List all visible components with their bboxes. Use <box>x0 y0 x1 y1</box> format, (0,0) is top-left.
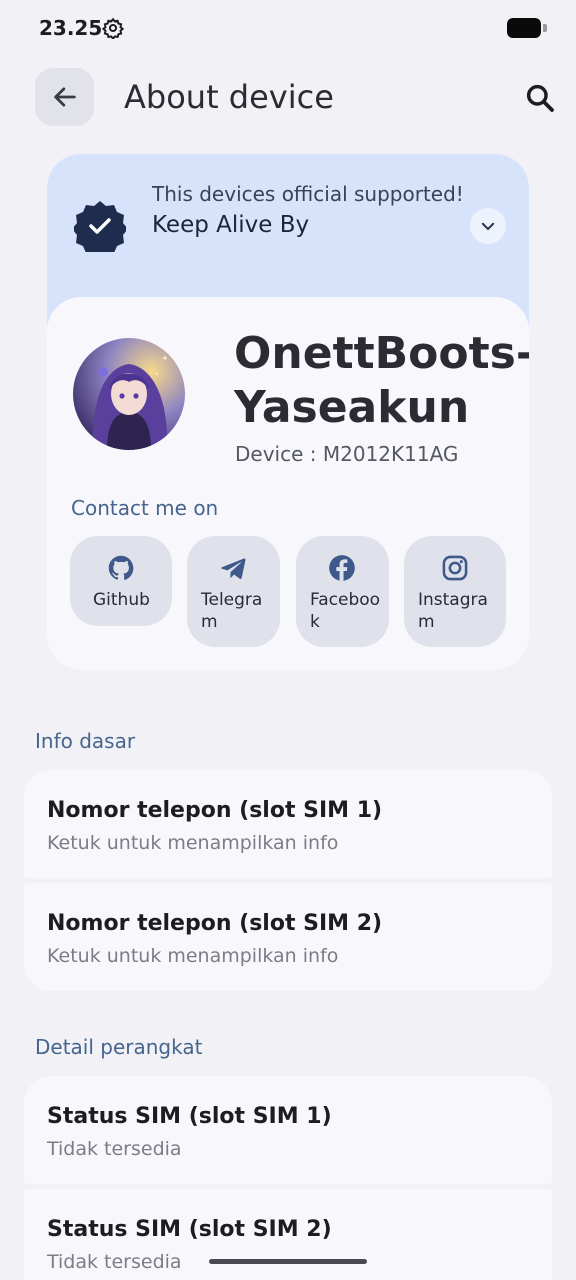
support-card: This devices official supported! Keep Al… <box>47 154 529 670</box>
page-title: About device <box>124 78 334 116</box>
list-item-subtitle: Ketuk untuk menampilkan info <box>47 832 339 854</box>
telegram-button[interactable]: Telegram <box>187 536 280 647</box>
list-item-title: Status SIM (slot SIM 1) <box>47 1104 332 1129</box>
github-icon <box>108 555 134 580</box>
profile-panel: OnettBoots-Yaseakun Device : M2012K11AG … <box>47 297 529 670</box>
telegram-icon <box>221 558 246 580</box>
instagram-button[interactable]: Instagram <box>404 536 506 647</box>
facebook-icon <box>329 555 355 581</box>
list-item-subtitle: Tidak tersedia <box>47 1251 182 1273</box>
facebook-button[interactable]: Facebook <box>296 536 389 647</box>
list-item-sim-status-2[interactable]: Status SIM (slot SIM 2) Tidak tersedia <box>24 1189 552 1280</box>
contact-label: Contact me on <box>71 496 219 520</box>
chevron-down-icon <box>481 222 495 230</box>
list-item-title: Nomor telepon (slot SIM 2) <box>47 911 383 936</box>
gear-icon <box>102 17 124 39</box>
home-indicator[interactable] <box>209 1259 367 1264</box>
list-item-subtitle: Tidak tersedia <box>47 1138 182 1160</box>
top-app-bar: About device <box>0 56 576 140</box>
avatar <box>73 338 185 450</box>
owner-name: OnettBoots-Yaseakun <box>234 328 529 433</box>
list-item-phone-sim1[interactable]: Nomor telepon (slot SIM 1) Ketuk untuk m… <box>24 770 552 878</box>
device-model: Device : M2012K11AG <box>235 442 458 466</box>
list-item-phone-sim2[interactable]: Nomor telepon (slot SIM 2) Ketuk untuk m… <box>24 883 552 991</box>
support-keep-alive-text: Keep Alive By <box>152 212 310 238</box>
support-status-text: This devices official supported! <box>152 182 464 206</box>
list-item-title: Nomor telepon (slot SIM 1) <box>47 798 383 823</box>
telegram-label: Telegram <box>201 590 263 632</box>
status-bar: 23.25 <box>0 0 576 56</box>
section-label-detail-perangkat: Detail perangkat <box>35 1035 203 1059</box>
github-button[interactable]: Github <box>70 536 172 626</box>
facebook-label: Facebook <box>310 590 381 632</box>
list-item-title: Status SIM (slot SIM 2) <box>47 1217 332 1242</box>
search-icon[interactable] <box>524 82 556 114</box>
github-label: Github <box>93 590 150 610</box>
list-item-sim-status-1[interactable]: Status SIM (slot SIM 1) Tidak tersedia <box>24 1076 552 1184</box>
battery-icon <box>507 18 547 38</box>
instagram-label: Instagram <box>418 590 488 632</box>
status-time: 23.25 <box>39 16 103 40</box>
back-button[interactable] <box>35 68 94 126</box>
instagram-icon <box>442 555 468 581</box>
section-label-info-dasar: Info dasar <box>35 729 136 753</box>
arrow-back-icon <box>53 87 76 107</box>
device-label: Device : <box>235 442 323 466</box>
device-value: M2012K11AG <box>322 442 459 466</box>
verified-badge-icon <box>74 201 126 252</box>
list-item-subtitle: Ketuk untuk menampilkan info <box>47 945 339 967</box>
expand-button[interactable] <box>470 208 506 244</box>
